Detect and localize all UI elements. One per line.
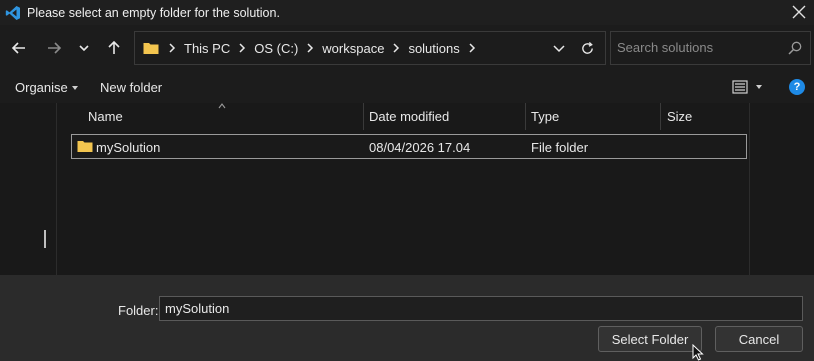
folder-icon: [143, 43, 159, 54]
chevron-right-icon[interactable]: [168, 43, 176, 53]
list-right-edge: [749, 103, 750, 275]
vscode-icon: [5, 5, 20, 20]
folder-label: Folder:: [118, 303, 159, 318]
forward-arrow-icon[interactable]: [44, 38, 64, 58]
address-bar[interactable]: This PC OS (C:) workspace solutions: [134, 31, 606, 65]
chevron-right-icon[interactable]: [468, 43, 476, 53]
column-divider[interactable]: [525, 103, 526, 130]
breadcrumb-os-c[interactable]: OS (C:): [254, 41, 322, 56]
breadcrumb-this-pc[interactable]: This PC: [184, 41, 254, 56]
column-divider[interactable]: [660, 103, 661, 130]
sort-caret-icon: [218, 103, 226, 109]
chevron-right-icon[interactable]: [238, 43, 246, 53]
view-options-icon[interactable]: [732, 80, 748, 94]
mouse-cursor-icon: [692, 344, 704, 361]
breadcrumb-workspace[interactable]: workspace: [322, 41, 408, 56]
select-folder-button[interactable]: Select Folder: [598, 326, 702, 352]
folder-name-input[interactable]: [159, 296, 803, 321]
up-arrow-icon[interactable]: [104, 38, 124, 58]
column-date-modified[interactable]: Date modified: [369, 103, 449, 130]
row-name: mySolution: [96, 140, 161, 155]
command-toolbar: Organise New folder ?: [0, 71, 814, 103]
refresh-icon[interactable]: [580, 41, 595, 56]
view-options-button[interactable]: [732, 79, 764, 95]
table-row[interactable]: mySolution 08/04/2026 17.04 File folder: [71, 134, 747, 159]
back-arrow-icon[interactable]: [9, 38, 29, 58]
row-type: File folder: [531, 140, 589, 155]
title-bar: Please select an empty folder for the so…: [0, 0, 814, 25]
column-type[interactable]: Type: [531, 103, 559, 130]
cancel-button[interactable]: Cancel: [715, 326, 803, 352]
search-input[interactable]: [617, 40, 777, 55]
dropdown-chevron-icon[interactable]: [553, 43, 565, 53]
recent-chevron-icon[interactable]: [74, 38, 94, 58]
close-icon[interactable]: [790, 3, 808, 21]
window-title: Please select an empty folder for the so…: [27, 5, 280, 20]
column-name[interactable]: Name: [88, 103, 123, 130]
row-date-modified: 08/04/2026 17.04: [369, 140, 471, 155]
navigation-bar: This PC OS (C:) workspace solutions: [0, 25, 814, 71]
column-size[interactable]: Size: [667, 103, 692, 130]
navigation-pane-scrollbar[interactable]: [44, 230, 46, 248]
file-list-area: Name Date modified Type Size mySolution …: [0, 103, 814, 275]
search-icon[interactable]: [788, 41, 802, 55]
help-icon[interactable]: ?: [789, 79, 805, 95]
organise-menu[interactable]: Organise: [15, 80, 78, 95]
search-box[interactable]: [610, 31, 811, 65]
column-divider[interactable]: [363, 103, 364, 130]
chevron-down-icon[interactable]: [71, 85, 78, 90]
column-header: Name Date modified Type Size: [57, 103, 749, 130]
new-folder-button[interactable]: New folder: [100, 80, 162, 95]
folder-icon: [77, 141, 93, 152]
navigation-pane[interactable]: [0, 103, 57, 275]
breadcrumb-solutions[interactable]: solutions: [408, 41, 483, 56]
chevron-right-icon[interactable]: [306, 43, 314, 53]
chevron-right-icon[interactable]: [392, 43, 400, 53]
chevron-down-icon[interactable]: [756, 85, 762, 89]
